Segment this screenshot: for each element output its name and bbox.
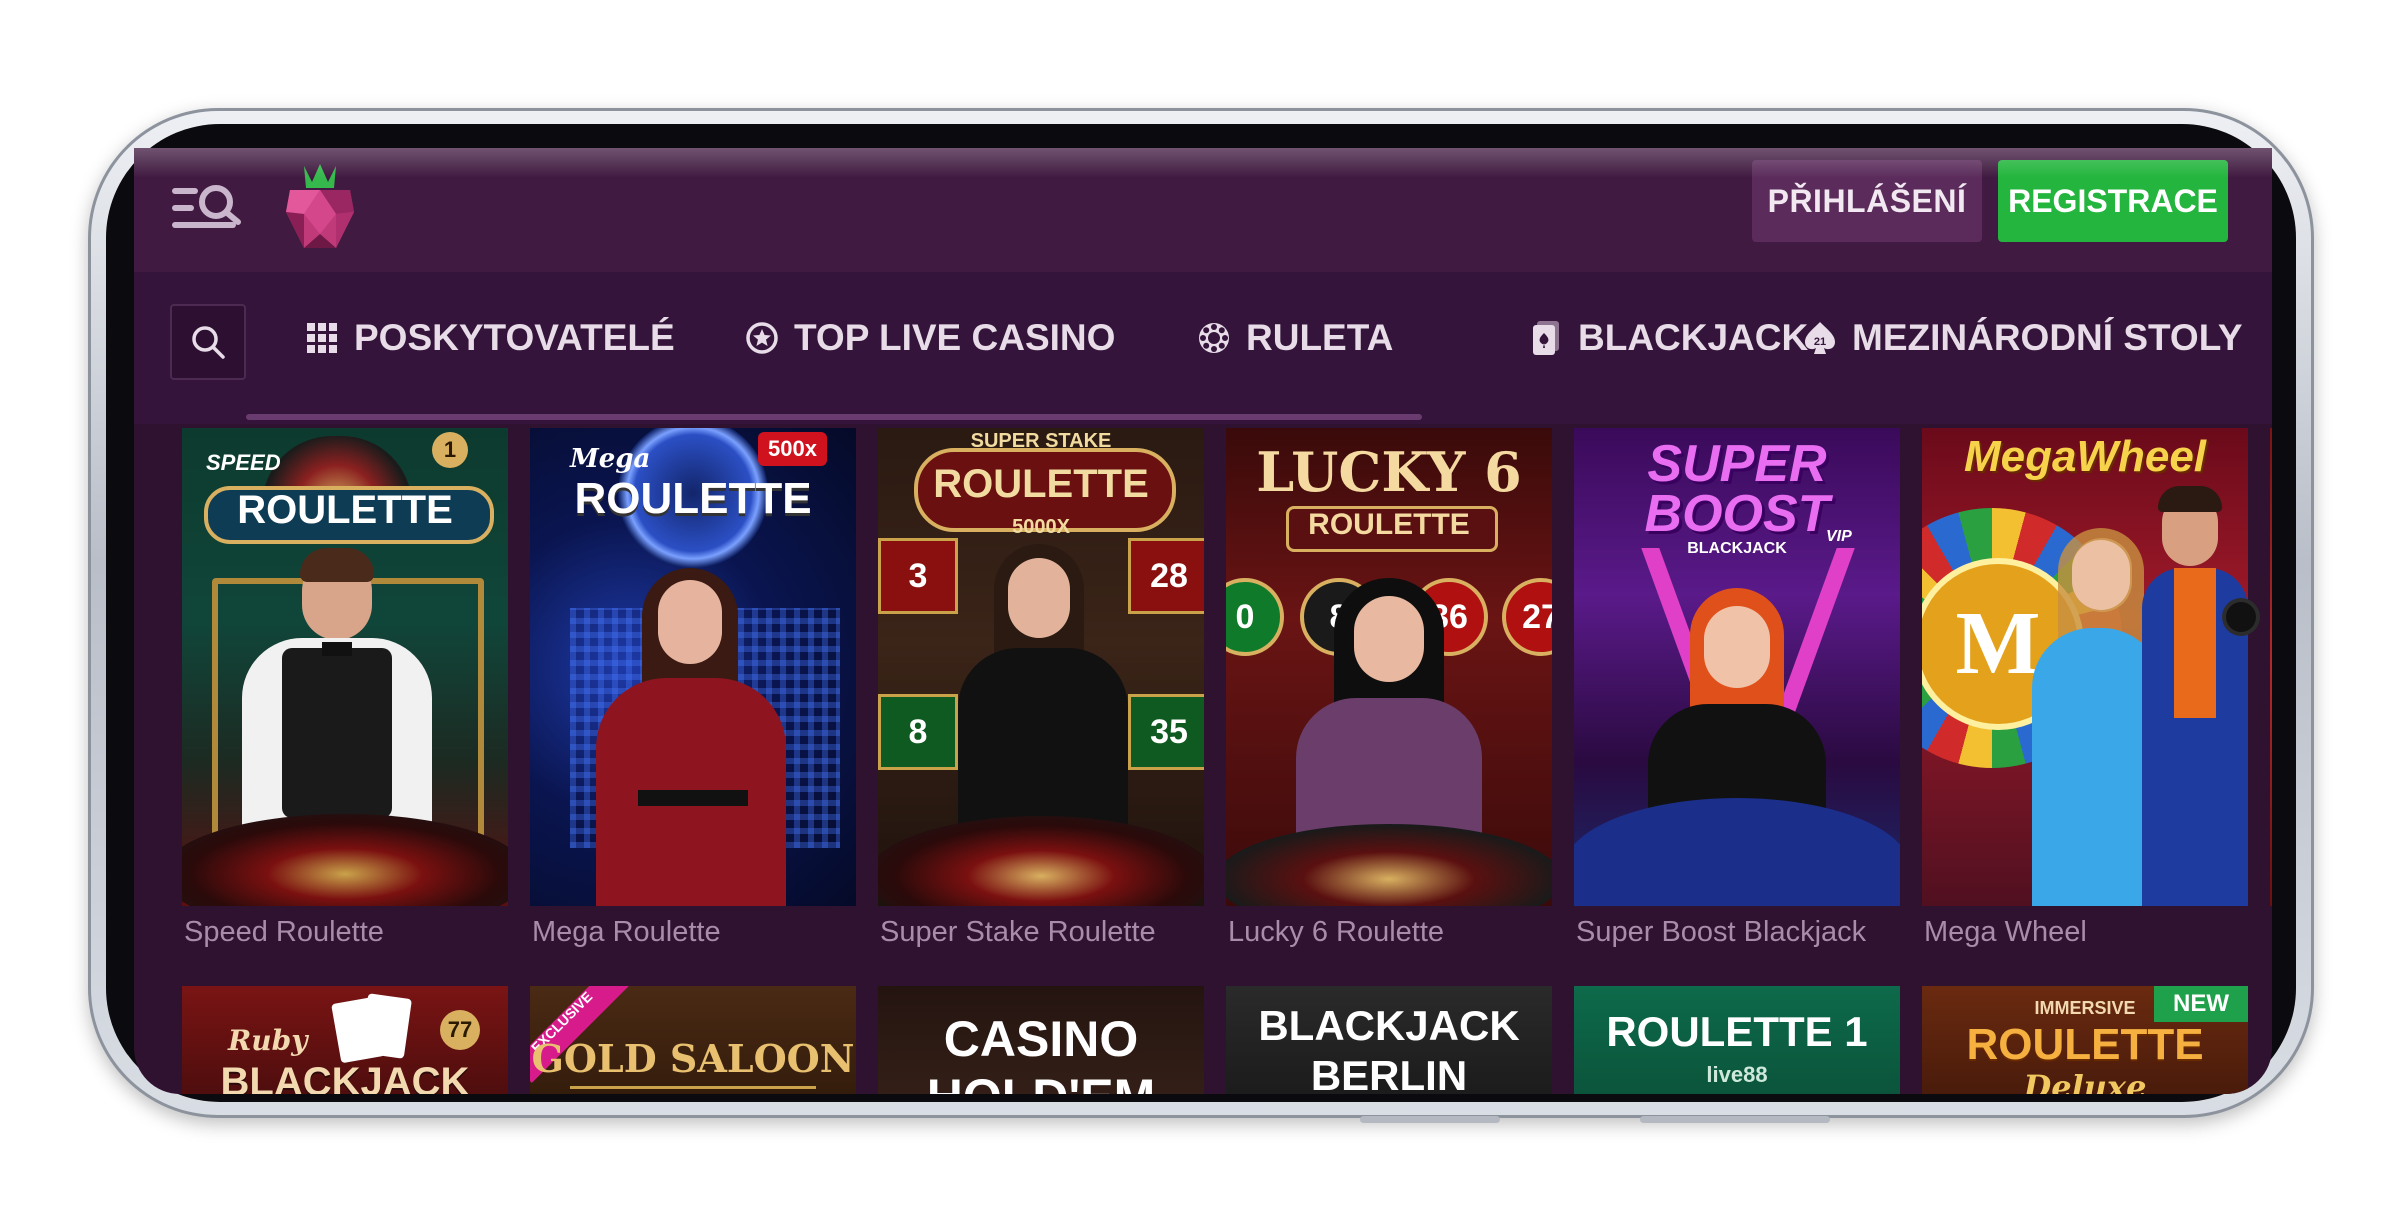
game-thumbnail: Mega ROULETTE 500x <box>530 428 856 906</box>
game-title: Lucky 6 Roulette <box>1228 916 1445 948</box>
grid-icon <box>304 320 340 356</box>
nav-item-international-tables[interactable]: 21 MEZINÁRODNÍ STOLY <box>1802 308 2243 368</box>
spade-21-icon: 21 <box>1802 320 1838 356</box>
roulette-wheel-icon <box>1196 320 1232 356</box>
game-logo-text: SPEED <box>206 450 281 475</box>
game-title: Mega Roulette <box>532 916 721 948</box>
game-thumbnail: SUPER BOOST BLACKJACK VIP <box>1574 428 1900 906</box>
nav-item-label: POSKYTOVATELÉ <box>354 317 675 358</box>
game-logo-text: ROULETTE <box>933 462 1149 506</box>
game-thumbnail <box>2270 428 2272 906</box>
app-screen: PŘIHLÁŠENÍ REGISTRACE POSKYTOVATELÉ TOP … <box>134 148 2272 1094</box>
game-thumbnail: BLACKJACK BERLIN <box>1226 986 1552 1094</box>
game-thumbnail: NEW IMMERSIVE ROULETTE Deluxe <box>1922 986 2248 1094</box>
nav-item-label: RULETA <box>1246 317 1394 358</box>
game-logo-text: live88 <box>1706 1062 1768 1087</box>
game-logo-text: GOLD SALOON <box>531 1036 855 1081</box>
game-logo-text: Deluxe <box>2023 1068 2147 1094</box>
game-badge: 500x <box>758 432 827 466</box>
game-thumbnail: Ruby BLACKJACK 77 <box>182 986 508 1094</box>
game-badge: 1 <box>432 432 468 468</box>
nav-item-providers[interactable]: POSKYTOVATELÉ <box>304 308 675 368</box>
nav-item-label: TOP LIVE CASINO <box>794 317 1116 358</box>
phone-side-button <box>1640 1116 1830 1123</box>
game-thumbnail: ROULETTE 1 live88 <box>1574 986 1900 1094</box>
game-logo-text: IMMERSIVE <box>2034 998 2136 1018</box>
nav-item-top-live-casino[interactable]: TOP LIVE CASINO <box>744 308 1115 368</box>
game-logo-text: ROULETTE 1 <box>1606 1008 1868 1055</box>
game-logo-text: CASINO <box>943 1011 1139 1067</box>
search-button[interactable] <box>170 304 246 380</box>
nav-item-label: MEZINÁRODNÍ STOLY <box>1852 317 2243 358</box>
svg-text:21: 21 <box>1814 336 1826 348</box>
game-logo-text: Mega <box>570 444 651 474</box>
game-badge: VIP <box>1826 528 1852 545</box>
game-thumbnail: 3 8 28 35 SUPER STAKE ROULETTE 5000X <box>878 428 1204 906</box>
game-logo-text: HOLD'EM <box>878 1068 1204 1094</box>
game-logo-text: LUCKY 6 <box>1256 440 1522 504</box>
category-nav: POSKYTOVATELÉ TOP LIVE CASINO RULETA BLA… <box>134 272 2272 424</box>
game-logo-text: MegaWheel <box>1963 432 2207 481</box>
nav-scroll-indicator <box>246 414 1422 420</box>
game-logo-text: BLACKJACK <box>220 1060 470 1094</box>
game-logo-text: ROULETTE <box>1966 1020 2204 1069</box>
nav-item-blackjack[interactable]: BLACKJACK <box>1528 308 1808 368</box>
nav-item-roulette[interactable]: RULETA <box>1196 308 1393 368</box>
screen-glare <box>134 148 2272 178</box>
game-thumbnail: M MegaWheel <box>1922 428 2248 906</box>
game-thumbnail: CASINO HOLD'EM <box>878 986 1204 1094</box>
star-badge-icon <box>744 320 780 356</box>
game-badge: 77 <box>440 1010 480 1050</box>
game-logo-text: ROULETTE <box>237 488 453 532</box>
front-camera <box>2226 602 2256 632</box>
game-title: Super Stake Roulette <box>880 916 1156 948</box>
game-title: Super Boost Blackjack <box>1576 916 1867 948</box>
game-logo-text: ROULETTE <box>574 474 812 523</box>
game-title: Speed Roulette <box>184 916 384 948</box>
game-logo-text: BLACKJACK <box>1258 1002 1520 1049</box>
game-thumbnail: EXCLUSIVE GOLD SALOON <box>530 986 856 1094</box>
card-icon <box>1528 320 1564 356</box>
phone-side-button <box>1360 1116 1500 1123</box>
search-icon <box>192 326 225 359</box>
game-logo-text: BERLIN <box>1310 1052 1468 1094</box>
game-thumbnail: SPEED ROULETTE 1 <box>182 428 508 906</box>
menu-search-icon[interactable] <box>170 178 242 240</box>
game-thumbnail: 0 8 36 27 LUCKY 6 ROULETTE <box>1226 428 1552 906</box>
nav-item-label: BLACKJACK <box>1578 317 1809 358</box>
game-logo-text: Ruby <box>228 1024 308 1057</box>
game-logo-text: 5000X <box>1012 516 1070 538</box>
game-logo-text: ROULETTE <box>1308 508 1470 541</box>
game-title: Mega Wheel <box>1924 916 2087 948</box>
game-logo-text: SUPER STAKE <box>970 430 1112 452</box>
